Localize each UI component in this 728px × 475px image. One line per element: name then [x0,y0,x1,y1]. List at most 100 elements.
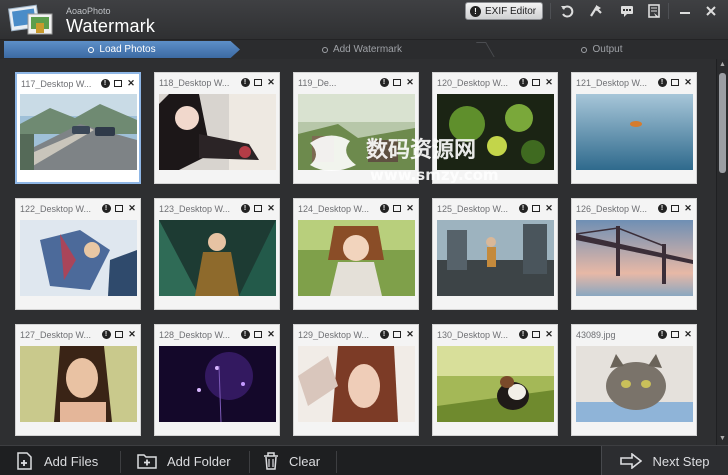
add-folder-icon [137,454,157,469]
remove-icon[interactable]: ✕ [127,329,137,340]
remove-icon[interactable]: ✕ [683,203,693,214]
info-icon[interactable]: ! [240,78,250,88]
vertical-scrollbar[interactable]: ▲ ▼ [716,59,728,445]
preview-icon[interactable] [670,330,680,340]
photo-thumbnail [437,220,554,296]
step-indicator-icon [321,46,328,53]
add-files-label: Add Files [44,453,99,469]
preview-icon[interactable] [531,78,541,88]
photo-card[interactable]: 122_Desktop W... ! ✕ [15,198,141,310]
info-icon[interactable]: ! [379,78,389,88]
info-icon[interactable]: ! [240,204,250,214]
photo-card[interactable]: 119_De... ! ✕ [293,72,419,184]
clear-label: Clear [289,453,321,469]
photo-card[interactable]: 129_Desktop W... ! ✕ [293,324,419,436]
photo-name: 129_Desktop W... [298,329,370,340]
remove-icon[interactable]: ✕ [544,203,554,214]
photo-card[interactable]: 117_Desktop W... ! ✕ [15,72,141,184]
toolbar-divider [249,451,250,473]
remove-icon[interactable]: ✕ [126,78,136,89]
preview-icon[interactable] [114,330,124,340]
close-icon[interactable] [700,2,722,20]
preview-icon[interactable] [253,78,263,88]
preview-icon[interactable] [114,204,124,214]
scroll-up-icon[interactable]: ▲ [719,61,726,68]
preview-icon[interactable] [531,330,541,340]
info-icon[interactable]: ! [240,330,250,340]
photo-card[interactable]: 118_Desktop W... ! ✕ [154,72,280,184]
trash-icon [264,452,278,470]
register-icon[interactable] [643,2,665,20]
scroll-down-icon[interactable]: ▼ [719,435,726,442]
photo-card[interactable]: 120_Desktop W... ! ✕ [432,72,558,184]
minimize-icon[interactable] [674,2,696,20]
share-icon[interactable] [585,2,607,20]
preview-icon[interactable] [392,78,402,88]
info-icon[interactable]: ! [657,204,667,214]
remove-icon[interactable]: ✕ [405,329,415,340]
remove-icon[interactable]: ✕ [266,77,276,88]
photo-card[interactable]: 123_Desktop W... ! ✕ [154,198,280,310]
step-load-photos[interactable]: Load Photos [4,40,240,59]
photo-card[interactable]: 125_Desktop W... ! ✕ [432,198,558,310]
app-subtitle: AoaoPhoto [66,6,111,16]
info-icon[interactable]: ! [379,204,389,214]
photo-card[interactable]: 128_Desktop W... ! ✕ [154,324,280,436]
exif-editor-button[interactable]: ! EXIF Editor [465,2,543,20]
remove-icon[interactable]: ✕ [544,329,554,340]
step-add-watermark[interactable]: Add Watermark [244,40,480,59]
remove-icon[interactable]: ✕ [266,203,276,214]
info-icon[interactable]: ! [379,330,389,340]
photo-card[interactable]: 127_Desktop W... ! ✕ [15,324,141,436]
info-icon[interactable]: ! [100,79,110,89]
info-icon[interactable]: ! [101,204,111,214]
add-files-button[interactable]: Add Files [15,446,98,475]
remove-icon[interactable]: ✕ [266,329,276,340]
exif-editor-label: EXIF Editor [485,5,537,17]
preview-icon[interactable] [531,204,541,214]
preview-icon[interactable] [670,204,680,214]
info-icon[interactable]: ! [657,78,667,88]
remove-icon[interactable]: ✕ [544,77,554,88]
remove-icon[interactable]: ✕ [405,77,415,88]
photo-card[interactable]: 124_Desktop W... ! ✕ [293,198,419,310]
photo-name: 120_Desktop W... [437,77,509,88]
feedback-icon[interactable] [616,2,638,20]
info-icon[interactable]: ! [101,330,111,340]
photo-card[interactable]: 130_Desktop W... ! ✕ [432,324,558,436]
step-output[interactable]: Output [484,40,720,59]
step-label: Add Watermark [332,44,403,55]
undo-icon[interactable] [556,2,578,20]
step-label: Load Photos [99,44,156,55]
remove-icon[interactable]: ✕ [127,203,137,214]
remove-icon[interactable]: ✕ [405,203,415,214]
photo-name: 119_De... [298,77,337,88]
photo-thumbnail [576,346,693,422]
preview-icon[interactable] [253,204,263,214]
photo-thumbnail [576,94,693,170]
steps-bar: Load Photos Add Watermark Output [0,40,728,59]
remove-icon[interactable]: ✕ [683,77,693,88]
add-folder-button[interactable]: Add Folder [136,446,231,475]
preview-icon[interactable] [113,79,123,89]
bottom-toolbar: Add Files Add Folder Clear Next Step [0,445,728,475]
info-icon[interactable]: ! [518,78,528,88]
photo-card[interactable]: 121_Desktop W... ! ✕ [571,72,697,184]
photo-thumbnail [159,94,276,170]
preview-icon[interactable] [253,330,263,340]
next-step-button[interactable]: Next Step [601,446,728,475]
info-icon[interactable]: ! [518,204,528,214]
preview-icon[interactable] [670,78,680,88]
preview-icon[interactable] [392,330,402,340]
photo-thumbnail [20,220,137,296]
photo-card[interactable]: 126_Desktop W... ! ✕ [571,198,697,310]
remove-icon[interactable]: ✕ [683,329,693,340]
preview-icon[interactable] [392,204,402,214]
photo-name: 121_Desktop W... [576,77,648,88]
scrollbar-thumb[interactable] [719,73,726,173]
photo-card[interactable]: 43089.jpg ! ✕ [571,324,697,436]
clear-button[interactable]: Clear [262,446,320,475]
info-icon[interactable]: ! [518,330,528,340]
photo-thumbnail [159,220,276,296]
info-icon[interactable]: ! [657,330,667,340]
